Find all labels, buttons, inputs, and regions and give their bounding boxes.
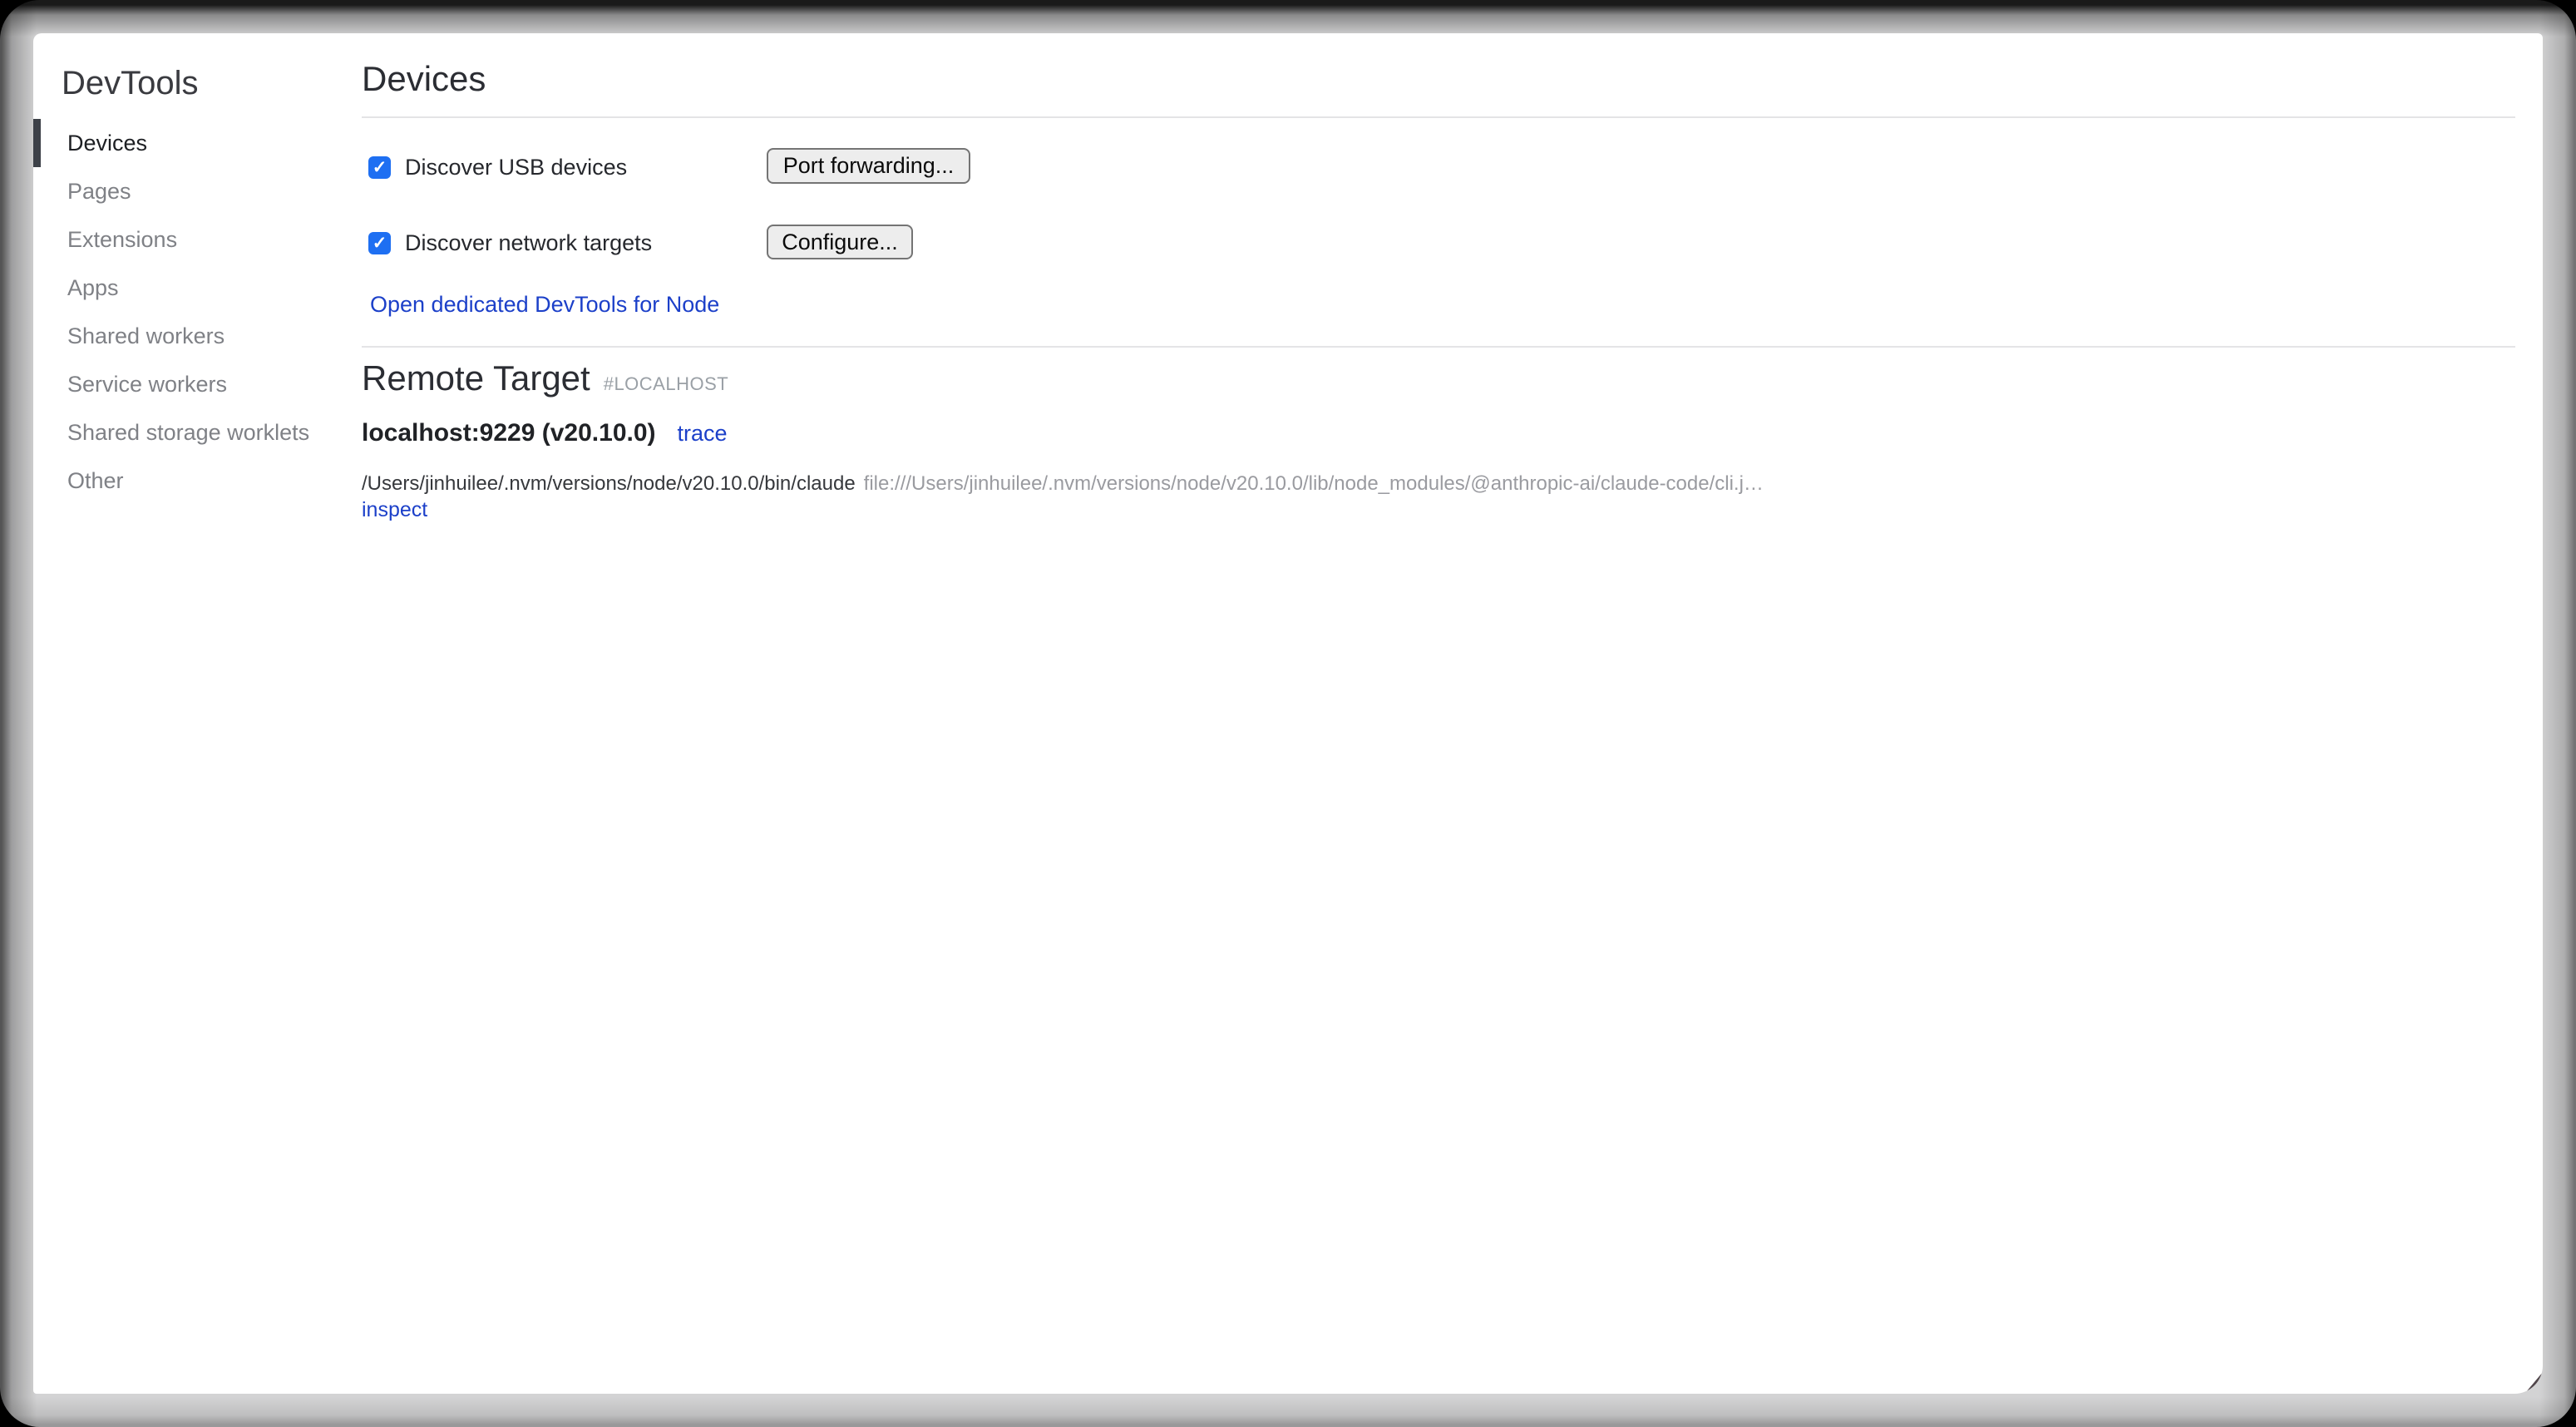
discover-usb-checkbox[interactable]: ✓ bbox=[368, 156, 391, 179]
sidebar-item-shared-storage-worklets[interactable]: Shared storage worklets bbox=[67, 408, 342, 457]
sidebar-item-service-workers[interactable]: Service workers bbox=[67, 360, 342, 408]
macos-screen: DevTools Devices Pages Extensions Apps S… bbox=[0, 0, 2576, 1427]
configure-button[interactable]: Configure... bbox=[767, 225, 913, 259]
sidebar-item-shared-workers[interactable]: Shared workers bbox=[67, 312, 342, 360]
localhost-tag: #LOCALHOST bbox=[604, 373, 729, 394]
sidebar-item-apps[interactable]: Apps bbox=[67, 264, 342, 312]
remote-target-title: Remote Target bbox=[362, 358, 590, 397]
discover-network-row: ✓ Discover network targets bbox=[368, 230, 652, 256]
screen-corner-artifact bbox=[2521, 1372, 2543, 1394]
sidebar-item-devices[interactable]: Devices bbox=[67, 119, 342, 167]
inspect-link[interactable]: inspect bbox=[362, 497, 427, 522]
sidebar-item-other[interactable]: Other bbox=[67, 457, 342, 505]
remote-target-heading: Remote Target #LOCALHOST bbox=[362, 358, 728, 405]
selected-item-indicator bbox=[33, 119, 41, 167]
screenshot-root: { "colors": { "link_blue": "#1c40c9", "c… bbox=[0, 0, 2576, 1427]
devtools-inspect-page: DevTools Devices Pages Extensions Apps S… bbox=[33, 33, 2543, 1394]
checkmark-icon: ✓ bbox=[373, 233, 387, 254]
discover-usb-label: Discover USB devices bbox=[405, 155, 627, 180]
target-description: /Users/jinhuilee/.nvm/versions/node/v20.… bbox=[362, 472, 1764, 496]
trace-link[interactable]: trace bbox=[678, 421, 728, 447]
devices-heading: Devices bbox=[362, 58, 486, 100]
discover-usb-row: ✓ Discover USB devices bbox=[368, 155, 627, 180]
remote-target-row: localhost:9229 (v20.10.0) trace bbox=[362, 419, 728, 447]
module-url: file:///Users/jinhuilee/.nvm/versions/no… bbox=[864, 472, 1764, 495]
process-path: /Users/jinhuilee/.nvm/versions/node/v20.… bbox=[362, 472, 856, 495]
sidebar-item-extensions[interactable]: Extensions bbox=[67, 215, 342, 264]
sidebar: Devices Pages Extensions Apps Shared wor… bbox=[67, 119, 342, 505]
sidebar-item-pages[interactable]: Pages bbox=[67, 167, 342, 215]
port-forwarding-button[interactable]: Port forwarding... bbox=[767, 148, 970, 184]
divider bbox=[362, 346, 2515, 348]
page-title: DevTools bbox=[62, 65, 199, 101]
discover-network-checkbox[interactable]: ✓ bbox=[368, 232, 391, 254]
target-name: localhost:9229 (v20.10.0) bbox=[362, 419, 656, 447]
checkmark-icon: ✓ bbox=[373, 157, 387, 178]
open-node-devtools-link[interactable]: Open dedicated DevTools for Node bbox=[370, 292, 719, 318]
divider bbox=[362, 116, 2515, 118]
discover-network-label: Discover network targets bbox=[405, 230, 652, 256]
